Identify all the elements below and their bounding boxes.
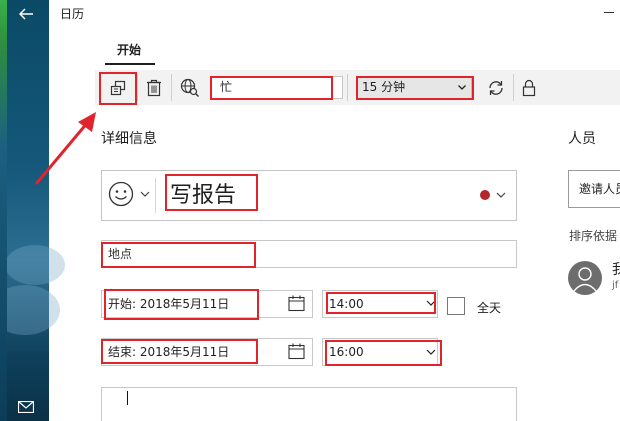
highlight-end-time (325, 340, 442, 366)
subject-divider (155, 178, 156, 213)
mail-icon (17, 400, 35, 414)
mail-button[interactable] (17, 398, 35, 414)
minimize-button[interactable] (604, 12, 614, 13)
sort-by-label[interactable]: 排序依据 (569, 227, 617, 244)
window-title: 日历 (60, 7, 85, 21)
highlight-start-date (104, 289, 259, 320)
strip-edge (0, 0, 7, 421)
smiley-icon[interactable] (108, 181, 134, 207)
background-blob (5, 245, 65, 285)
notes-editor[interactable] (101, 387, 517, 421)
calendar-icon[interactable] (288, 295, 305, 312)
invite-placeholder: 邀请人员 (579, 182, 620, 196)
show-as-field-end (332, 76, 343, 99)
highlight-location (101, 242, 256, 268)
toolbar-separator (347, 74, 348, 101)
scheduling-assistant-button[interactable] (177, 70, 203, 105)
invite-people-input[interactable]: 邀请人员 (568, 170, 620, 208)
left-nav-strip (0, 0, 65, 421)
person-email: jf (612, 280, 619, 291)
highlight-reminder (356, 76, 474, 100)
avatar (568, 261, 602, 295)
details-heading: 详细信息 (101, 131, 157, 147)
repeat-button[interactable] (483, 70, 509, 105)
calendar-color-dot[interactable] (480, 190, 490, 200)
subject-row (101, 170, 517, 221)
toolbar-separator (513, 74, 514, 101)
chevron-down-icon[interactable] (496, 191, 506, 199)
all-day-label: 全天 (477, 301, 502, 315)
toolbar-separator (137, 74, 138, 101)
repeat-icon (489, 80, 503, 95)
lock-icon (522, 79, 536, 96)
back-button[interactable] (14, 4, 38, 24)
calendar-icon[interactable] (288, 343, 305, 360)
text-caret (127, 391, 128, 405)
highlight-start-time (326, 292, 436, 314)
background-blob (0, 285, 60, 335)
tab-home[interactable]: 开始 (117, 41, 141, 58)
annotation-arrow (34, 112, 96, 185)
person-icon (573, 267, 597, 292)
private-button[interactable] (517, 70, 541, 105)
people-heading: 人员 (568, 131, 596, 147)
calendar-window: 日历 开始 忙 15 分钟 详细信息 人员 写报告 地点 开始: 2018年5月… (0, 0, 620, 421)
chevron-down-icon[interactable] (140, 190, 150, 198)
globe-search-icon (180, 78, 199, 97)
delete-button[interactable] (141, 70, 167, 105)
tab-underline (105, 63, 155, 65)
trash-icon (147, 79, 161, 96)
toolbar-separator (171, 74, 172, 101)
highlight-subject (165, 174, 258, 211)
back-arrow-icon (18, 8, 33, 20)
person-name: 我 (612, 262, 620, 278)
highlight-end-date (101, 339, 258, 364)
all-day-checkbox[interactable] (447, 297, 465, 315)
highlight-show-as (210, 76, 333, 100)
highlight-copy-button (99, 72, 137, 105)
